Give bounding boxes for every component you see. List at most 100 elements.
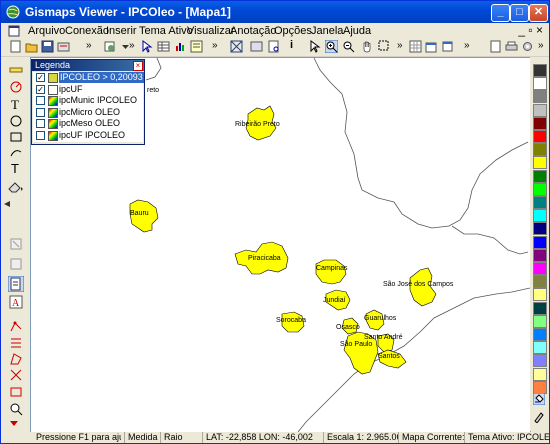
palette-color-swatch[interactable]: [533, 90, 547, 104]
select-arrow-icon[interactable]: [140, 40, 153, 53]
measure-tool-icon[interactable]: [9, 80, 23, 94]
edit-merge-icon[interactable]: [9, 385, 23, 399]
legend-checkbox[interactable]: [36, 107, 45, 117]
legend-checkbox[interactable]: ✓: [36, 73, 45, 82]
table-icon[interactable]: [157, 40, 170, 53]
legend-close-icon[interactable]: ×: [133, 61, 143, 71]
palette-color-swatch[interactable]: [533, 130, 547, 143]
legend-item[interactable]: ✓ IPCOLEO > 0,20093: [33, 72, 144, 84]
legend-header[interactable]: Legenda ×: [32, 60, 144, 71]
new-icon[interactable]: [9, 40, 22, 53]
scroll-arrow-icon[interactable]: [4, 201, 10, 207]
palette-color-swatch[interactable]: [533, 341, 547, 355]
palette-color-swatch[interactable]: [533, 103, 547, 117]
select-feature-icon[interactable]: [9, 237, 23, 251]
open-icon[interactable]: [25, 40, 38, 53]
legend-item[interactable]: ipcMunic IPCOLEO: [33, 95, 143, 107]
menu-opcoes[interactable]: Opções: [274, 25, 312, 37]
menu-ajuda[interactable]: Ajuda: [343, 25, 371, 37]
palette-color-swatch[interactable]: [533, 116, 547, 130]
palette-color-swatch[interactable]: [533, 354, 547, 368]
legend-item[interactable]: ipcMeso OLEO: [33, 118, 143, 130]
info-icon[interactable]: i: [290, 39, 293, 51]
label-tool-icon[interactable]: T: [11, 161, 19, 176]
line-tool-icon[interactable]: [9, 65, 23, 75]
edit-vertex-icon[interactable]: [9, 319, 23, 333]
toolbar-overflow-icon-6[interactable]: »: [538, 40, 544, 51]
palette-color-swatch[interactable]: [533, 222, 547, 236]
palette-color-swatch[interactable]: [533, 248, 547, 262]
active-document-icon[interactable]: [8, 276, 24, 292]
minimize-button[interactable]: _: [491, 4, 510, 22]
title-bar[interactable]: Gismaps Viewer - IPCOleo - [Mapa1] _ □ ✕: [1, 1, 549, 23]
toolbar-overflow-icon-3[interactable]: »: [212, 40, 218, 51]
toolbar-overflow-icon-4[interactable]: »: [397, 40, 403, 51]
palette-color-swatch[interactable]: [533, 209, 547, 223]
maximize-button[interactable]: □: [510, 4, 529, 22]
palette-color-swatch[interactable]: [533, 314, 547, 328]
print-preview-icon[interactable]: [267, 40, 280, 53]
zoom-in-icon[interactable]: [325, 40, 338, 53]
legend-checkbox[interactable]: [36, 119, 45, 128]
query-icon[interactable]: [190, 40, 203, 53]
palette-color-swatch[interactable]: [533, 328, 547, 341]
palette-color-swatch[interactable]: [533, 196, 547, 209]
window-cascade-icon[interactable]: [441, 40, 454, 53]
menu-visualizar[interactable]: Visualizar: [187, 25, 235, 37]
palette-color-swatch[interactable]: [533, 301, 547, 315]
save-icon[interactable]: [41, 40, 54, 53]
export-icon[interactable]: [57, 40, 70, 53]
text-tool-icon[interactable]: T: [11, 97, 19, 113]
document-icon[interactable]: [8, 25, 20, 37]
circle-tool-icon[interactable]: [9, 114, 23, 128]
annotation-text-icon[interactable]: A: [9, 295, 23, 309]
menu-inserir[interactable]: Inserir: [106, 25, 137, 37]
legend-checkbox[interactable]: [36, 96, 45, 105]
menu-tema-ativo[interactable]: Tema Ativo: [139, 25, 193, 37]
toolbar-overflow-icon-2[interactable]: »: [129, 40, 135, 51]
palette-color-swatch[interactable]: [533, 262, 547, 275]
fill-bucket-icon[interactable]: [533, 393, 545, 405]
palette-color-swatch[interactable]: [533, 143, 547, 157]
palette-color-swatch[interactable]: [533, 77, 547, 91]
menu-arquivo[interactable]: Arquivo: [28, 25, 65, 37]
page-icon[interactable]: [489, 40, 502, 53]
zoom-tool-icon[interactable]: [9, 402, 23, 416]
menu-conexao[interactable]: Conexão: [65, 25, 109, 37]
toolbar-overflow-icon[interactable]: »: [86, 40, 92, 51]
palette-color-swatch[interactable]: [533, 288, 547, 302]
zoom-window-icon[interactable]: [378, 40, 391, 53]
palette-color-swatch[interactable]: [533, 156, 547, 170]
settings-icon[interactable]: [521, 40, 534, 53]
chart-icon[interactable]: [174, 40, 187, 53]
rectangle-tool-icon[interactable]: [9, 130, 23, 144]
palette-color-swatch[interactable]: [533, 64, 547, 77]
refresh-icon[interactable]: [250, 40, 263, 53]
palette-color-swatch[interactable]: [533, 182, 547, 196]
legend-panel[interactable]: Legenda × ✓ IPCOLEO > 0,20093 ✓ ipcUF ip…: [31, 59, 145, 145]
select-info-icon[interactable]: [9, 257, 23, 271]
eraser-tool-icon[interactable]: [7, 181, 25, 193]
toolbar-more-icon[interactable]: [9, 419, 19, 427]
legend-item[interactable]: ✓ ipcUF: [33, 84, 143, 96]
print-icon[interactable]: [505, 40, 518, 53]
menu-window-controls-icon[interactable]: _ ▫ ×: [518, 23, 543, 37]
menu-janela[interactable]: Janela: [311, 25, 343, 37]
close-button[interactable]: ✕: [529, 4, 548, 22]
palette-color-swatch[interactable]: [533, 275, 547, 289]
menu-anotacao[interactable]: Anotação: [230, 25, 276, 37]
palette-color-swatch[interactable]: [533, 367, 547, 381]
edit-line-icon[interactable]: [9, 336, 23, 350]
legend-item[interactable]: ipcMicro OLEO: [33, 107, 143, 119]
layer-icon[interactable]: [103, 40, 116, 53]
grid-icon[interactable]: [409, 40, 422, 53]
curve-tool-icon[interactable]: [9, 146, 23, 160]
pointer-icon[interactable]: [308, 40, 321, 53]
window-tile-icon[interactable]: [425, 40, 438, 53]
legend-checkbox[interactable]: [36, 130, 45, 140]
palette-color-swatch[interactable]: [533, 380, 547, 394]
edit-split-icon[interactable]: [9, 368, 23, 382]
zoom-extent-icon[interactable]: [230, 40, 243, 53]
edit-polygon-icon[interactable]: [9, 352, 23, 366]
zoom-out-icon[interactable]: [342, 40, 355, 53]
